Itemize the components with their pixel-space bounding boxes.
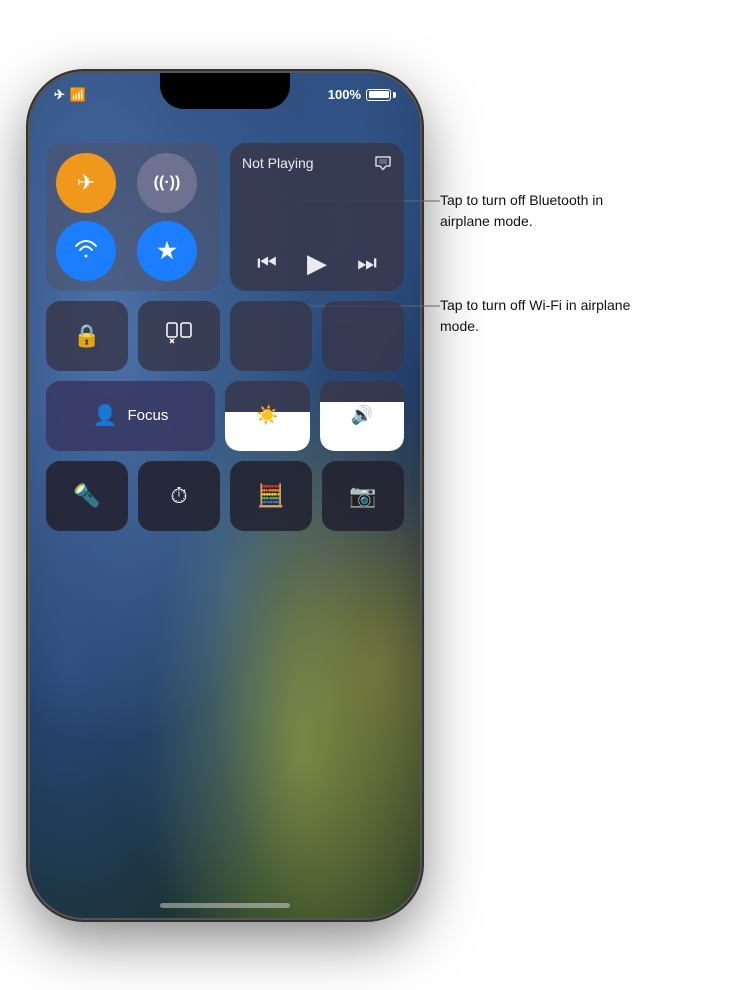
battery-percentage: 100% xyxy=(328,87,361,102)
battery-tip xyxy=(393,92,396,98)
battery-icon xyxy=(366,89,396,101)
focus-button[interactable]: 👤 Focus xyxy=(46,381,215,451)
timer-button[interactable]: ⏱ xyxy=(138,461,220,531)
cellular-button[interactable]: ((·)) xyxy=(137,153,197,213)
status-right: 100% xyxy=(328,87,396,102)
flashlight-button[interactable]: 🔦 xyxy=(46,461,128,531)
battery-fill xyxy=(369,91,389,98)
calculator-icon: 🧮 xyxy=(257,483,284,509)
flashlight-icon: 🔦 xyxy=(73,483,100,509)
empty-slot-2 xyxy=(322,301,404,371)
airplay-icon[interactable] xyxy=(374,155,392,176)
mirror-icon xyxy=(166,322,192,350)
scene: ✈ 📶 100% ✈ xyxy=(0,0,742,990)
focus-label: Focus xyxy=(128,407,169,424)
callouts-area: Tap to turn off Bluetooth in airplane mo… xyxy=(430,0,730,990)
wifi-callout-text: Tap to turn off Wi-Fi in airplane mode. xyxy=(440,295,640,337)
airplane-mode-icon: ✈ xyxy=(54,87,65,103)
battery-body xyxy=(366,89,391,101)
camera-icon: 📷 xyxy=(349,483,376,509)
now-playing-top: Not Playing xyxy=(242,155,392,176)
play-button[interactable]: ▶ xyxy=(307,248,327,279)
screen-rotation-button[interactable]: 🔒 xyxy=(46,301,128,371)
brightness-slider[interactable]: ☀️ xyxy=(225,381,310,451)
bluetooth-callout: Tap to turn off Bluetooth in airplane mo… xyxy=(440,190,640,232)
playback-controls: ⏮ ▶ ⏭ xyxy=(242,248,392,279)
phone-frame: ✈ 📶 100% ✈ xyxy=(30,73,420,918)
second-row: 🔒 xyxy=(46,301,404,371)
airplane-mode-button[interactable]: ✈ xyxy=(56,153,116,213)
wifi-icon xyxy=(73,238,99,264)
top-grid: ✈ ((·)) xyxy=(46,143,404,291)
connectivity-grid: ✈ ((·)) xyxy=(46,143,220,291)
home-indicator xyxy=(160,903,290,908)
volume-icon: 🔊 xyxy=(351,405,373,426)
bluetooth-button[interactable]: ★ xyxy=(137,221,197,281)
rewind-button[interactable]: ⏮ xyxy=(257,250,277,276)
third-row: 👤 Focus ☀️ 🔊 xyxy=(46,381,404,451)
screen-mirror-button[interactable] xyxy=(138,301,220,371)
wifi-status-icon: 📶 xyxy=(70,87,86,103)
focus-person-icon: 👤 xyxy=(93,403,118,428)
cellular-icon: ((·)) xyxy=(154,174,181,192)
wifi-callout: Tap to turn off Wi-Fi in airplane mode. xyxy=(440,295,640,337)
notch xyxy=(160,73,290,109)
airplane-icon: ✈ xyxy=(77,170,95,196)
now-playing-widget[interactable]: Not Playing ⏮ ▶ ⏭ xyxy=(230,143,404,291)
calculator-button[interactable]: 🧮 xyxy=(230,461,312,531)
timer-icon: ⏱ xyxy=(170,483,187,509)
fast-forward-button[interactable]: ⏭ xyxy=(357,250,377,276)
wifi-button[interactable] xyxy=(56,221,116,281)
not-playing-label: Not Playing xyxy=(242,155,314,171)
bluetooth-callout-text: Tap to turn off Bluetooth in airplane mo… xyxy=(440,190,640,232)
status-left: ✈ 📶 xyxy=(54,87,86,103)
control-center: ✈ ((·)) xyxy=(46,143,404,531)
volume-slider[interactable]: 🔊 xyxy=(320,381,405,451)
rotation-lock-icon: 🔒 xyxy=(73,323,100,349)
camera-button[interactable]: 📷 xyxy=(322,461,404,531)
bottom-row: 🔦 ⏱ 🧮 📷 xyxy=(46,461,404,531)
empty-slot-1 xyxy=(230,301,312,371)
brightness-icon: ☀️ xyxy=(256,405,278,426)
bluetooth-icon: ★ xyxy=(157,238,177,264)
